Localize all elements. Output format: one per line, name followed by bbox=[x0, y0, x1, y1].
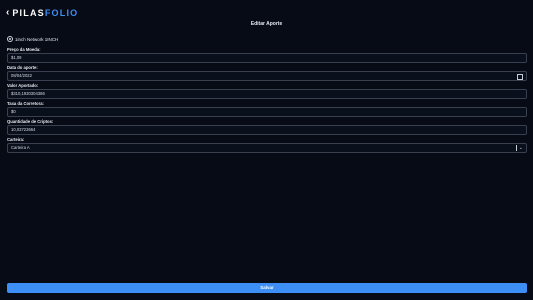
save-button[interactable]: Salvar bbox=[7, 283, 527, 293]
date-value: 08/04/2022 bbox=[11, 73, 32, 78]
app-header: ‹ PILASFOLIO bbox=[6, 7, 78, 19]
quantity-field-group: Quantidade de Criptos: 10,03723664 bbox=[7, 119, 527, 135]
price-field-group: Preço da Moeda: $1,09 bbox=[7, 47, 527, 63]
quantity-value: 10,03723664 bbox=[11, 127, 36, 132]
coin-icon bbox=[7, 36, 13, 42]
wallet-select[interactable]: Carteira A ⌄ bbox=[7, 143, 527, 153]
price-value: $1,09 bbox=[11, 55, 22, 60]
chevron-left-icon[interactable]: ‹ bbox=[6, 7, 9, 19]
app-logo: PILASFOLIO bbox=[12, 7, 78, 19]
logo-text-folio: FOLIO bbox=[44, 8, 79, 18]
invested-value: $310,1930304386 bbox=[11, 91, 45, 96]
logo-text-pilas: PILAS bbox=[12, 8, 45, 18]
calendar-icon[interactable] bbox=[517, 74, 523, 80]
asset-info: 1inch Network 1INCH bbox=[7, 36, 58, 42]
wallet-value: Carteira A bbox=[11, 145, 30, 150]
quantity-input[interactable]: 10,03723664 bbox=[7, 125, 527, 135]
date-input[interactable]: 08/04/2022 bbox=[7, 71, 527, 81]
select-divider bbox=[516, 145, 517, 151]
invested-input[interactable]: $310,1930304386 bbox=[7, 89, 527, 99]
date-field-group: Data do aporte: 08/04/2022 bbox=[7, 65, 527, 81]
chevron-down-icon[interactable]: ⌄ bbox=[519, 144, 523, 152]
price-input[interactable]: $1,09 bbox=[7, 53, 527, 63]
invested-field-group: Valor Aportado: $310,1930304386 bbox=[7, 83, 527, 99]
fee-field-group: Taxa da Corretora: $0 bbox=[7, 101, 527, 117]
page-title: Editar Aporte bbox=[250, 21, 283, 27]
fee-input[interactable]: $0 bbox=[7, 107, 527, 117]
wallet-field-group: Carteira: Carteira A ⌄ bbox=[7, 137, 527, 153]
fee-value: $0 bbox=[11, 109, 16, 114]
asset-name: 1inch Network 1INCH bbox=[15, 36, 59, 42]
